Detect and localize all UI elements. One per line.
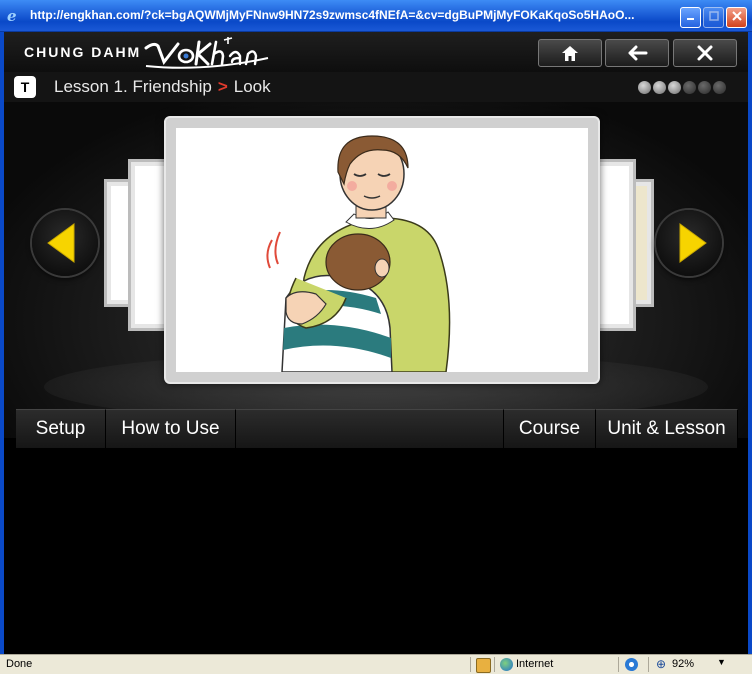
breadcrumb-separator: > [217, 77, 228, 96]
hug-illustration [266, 135, 451, 372]
window-frame-right [748, 32, 752, 654]
globe-icon [500, 658, 513, 671]
progress-dot [698, 81, 711, 94]
window-close-icon [731, 11, 742, 21]
progress-dot [653, 81, 666, 94]
back-button[interactable] [605, 39, 669, 67]
course-tab[interactable]: Course [504, 409, 596, 448]
breadcrumb-section: Look [233, 77, 271, 96]
security-icon [476, 658, 491, 673]
close-icon [697, 45, 713, 61]
progress-dot [638, 81, 651, 94]
zoom-level[interactable]: 92% [672, 658, 694, 670]
protected-mode-icon[interactable] [625, 658, 638, 671]
brand-name: CHUNG DAHM [24, 44, 142, 60]
unit-lesson-tab[interactable]: Unit & Lesson [596, 409, 738, 448]
breadcrumb: Lesson 1. Friendship > Look [54, 77, 271, 97]
app-header: CHUNG DAHM [4, 32, 748, 73]
arrow-right-triangle-icon [679, 223, 707, 263]
setup-tab[interactable]: Setup [16, 409, 106, 448]
progress-dot [713, 81, 726, 94]
breadcrumb-lesson[interactable]: Lesson 1. Friendship [54, 77, 212, 96]
progress-dots [638, 81, 726, 94]
window-title: http://engkhan.com/?ck=bgAQWMjMyFNnw9HN7… [30, 8, 635, 22]
arrow-left-triangle-icon [47, 223, 75, 263]
t-badge: T [14, 76, 36, 98]
ie-icon: e [7, 7, 17, 25]
progress-dot [668, 81, 681, 94]
carousel-card-current[interactable] [164, 116, 600, 384]
minimize-icon [686, 18, 694, 20]
window-titlebar: e http://engkhan.com/?ck=bgAQWMjMyFNnw9H… [0, 0, 752, 32]
lesson-illustration [176, 128, 588, 372]
maximize-icon [708, 11, 719, 21]
arrow-left-icon [628, 45, 648, 61]
zone-text: Internet [516, 658, 554, 670]
vokhan-logo [144, 37, 269, 69]
window-close-button[interactable] [726, 7, 747, 28]
previous-slide-button[interactable] [32, 210, 98, 276]
how-to-use-tab[interactable]: How to Use [106, 409, 236, 448]
close-button[interactable] [673, 39, 737, 67]
home-button[interactable] [538, 39, 602, 67]
next-slide-button[interactable] [656, 210, 722, 276]
bottom-bar-spacer [236, 409, 504, 448]
bottom-menu-bar: Setup How to Use Course Unit & Lesson [16, 409, 738, 448]
breadcrumb-bar: T Lesson 1. Friendship > Look [4, 72, 748, 102]
home-icon [562, 46, 578, 61]
status-text: Done [6, 658, 33, 670]
progress-dot [683, 81, 696, 94]
minimize-button[interactable] [680, 7, 701, 28]
zoom-dropdown-icon[interactable]: ▼ [717, 657, 726, 667]
browser-statusbar: Done Internet ⊕ 92% ▼ [0, 654, 752, 674]
app-content: CHUNG DAHM T Lesson 1. Friendship > Look… [4, 32, 748, 654]
maximize-button[interactable] [703, 7, 724, 28]
zoom-icon[interactable]: ⊕ [656, 658, 669, 671]
